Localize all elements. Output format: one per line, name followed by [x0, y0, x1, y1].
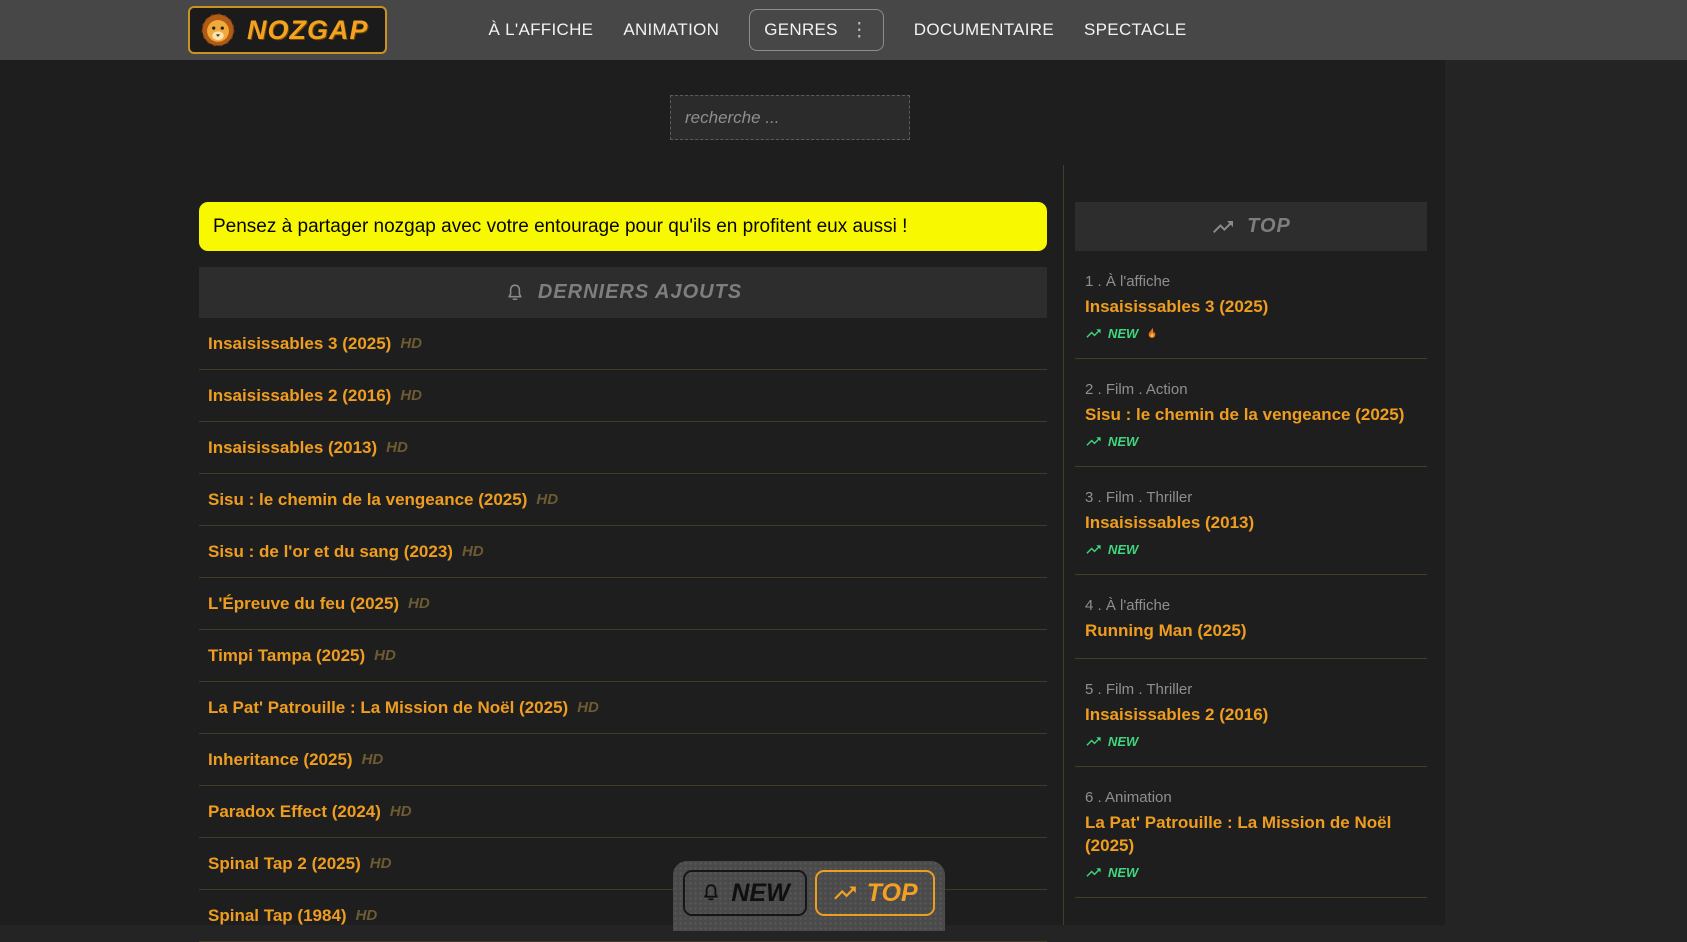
top-button-label: TOP [866, 878, 918, 907]
new-badge-label: NEW [1108, 326, 1139, 342]
trending-up-icon [832, 880, 858, 906]
quality-badge: HD [408, 595, 430, 612]
bell-icon [700, 882, 722, 904]
latest-list-item[interactable]: Paradox Effect (2024) HD [199, 786, 1047, 838]
movie-title-link[interactable]: Insaisissables 3 (2025) [1085, 296, 1427, 318]
top-entries: 1 . À l'affiche Insaisissables 3 (2025) … [1075, 251, 1437, 898]
latest-list-item[interactable]: Sisu : le chemin de la vengeance (2025) … [199, 474, 1047, 526]
top-entry-rank: 3 . Film . Thriller [1085, 489, 1193, 507]
nav-item-documentaire[interactable]: DOCUMENTAIRE [914, 20, 1054, 40]
latest-list: Insaisissables 3 (2025) HD Insaisissable… [199, 318, 1047, 942]
movie-title-link[interactable]: Spinal Tap (1984) [208, 906, 347, 926]
top-sidebar-title: TOP [1247, 215, 1291, 237]
new-badge-label: NEW [1108, 864, 1139, 880]
movie-title-link[interactable]: Insaisissables (2013) [208, 438, 377, 458]
trending-up-icon [1211, 215, 1235, 239]
movie-title-link[interactable]: L'Épreuve du feu (2025) [208, 594, 399, 614]
latest-list-item[interactable]: Sisu : de l'or et du sang (2023) HD [199, 526, 1047, 578]
latest-additions-title: DERNIERS AJOUTS [537, 281, 743, 303]
vertical-dots-icon: ⋮ [849, 19, 869, 41]
quality-badge: HD [389, 803, 412, 820]
trending-up-icon [1085, 733, 1102, 750]
nav-item-affiche[interactable]: À L'AFFICHE [489, 20, 594, 40]
nav-genres-label: GENRES [764, 20, 838, 39]
site-logo-text: NOZGAP [247, 14, 369, 45]
top-sidebar: TOP 1 . À l'affiche Insaisissables 3 (20… [1063, 165, 1437, 925]
lion-icon [199, 11, 237, 49]
quality-badge: HD [361, 751, 384, 768]
quick-nav-bar: NEW TOP [673, 861, 945, 931]
movie-title-link[interactable]: Sisu : le chemin de la vengeance (2025) [1085, 404, 1427, 426]
top-entry: 4 . À l'affiche Running Man (2025) [1075, 575, 1427, 660]
movie-title-link[interactable]: Running Man (2025) [1085, 620, 1427, 642]
share-banner: Pensez à partager nozgap avec votre ento… [199, 202, 1047, 251]
latest-list-item[interactable]: Insaisissables (2013) HD [199, 422, 1047, 474]
trending-up-icon [1085, 541, 1102, 558]
nav-item-genres[interactable]: GENRES ⋮ [749, 9, 884, 51]
top-sidebar-header: TOP [1075, 202, 1427, 251]
top-entry: 2 . Film . Action Sisu : le chemin de la… [1075, 359, 1427, 468]
quality-badge: HD [374, 647, 396, 664]
trending-up-icon [1085, 864, 1102, 881]
latest-list-item[interactable]: Timpi Tampa (2025) HD [199, 630, 1047, 682]
nav-item-spectacle[interactable]: SPECTACLE [1084, 20, 1187, 40]
bell-icon [504, 282, 526, 304]
quality-badge: HD [386, 439, 408, 456]
trending-up-icon [1085, 433, 1102, 450]
movie-title-link[interactable]: Insaisissables 2 (2016) [208, 386, 391, 406]
movie-title-link[interactable]: Insaisissables 3 (2025) [208, 334, 391, 354]
new-badge: NEW [1085, 733, 1427, 750]
quality-badge: HD [369, 855, 392, 872]
nav-item-animation[interactable]: ANIMATION [623, 20, 719, 40]
latest-list-item[interactable]: La Pat' Patrouille : La Mission de Noël … [199, 682, 1047, 734]
new-badge: NEW [1085, 325, 1427, 342]
latest-list-item[interactable]: Insaisissables 2 (2016) HD [199, 370, 1047, 422]
latest-list-item[interactable]: L'Épreuve du feu (2025) HD [199, 578, 1047, 630]
top-entry: 6 . Animation La Pat' Patrouille : La Mi… [1075, 767, 1427, 898]
new-badge: NEW [1085, 864, 1427, 881]
movie-title-link[interactable]: Insaisissables 2 (2016) [1085, 704, 1427, 726]
main-nav: À L'AFFICHE ANIMATION GENRES ⋮ DOCUMENTA… [489, 9, 1187, 51]
movie-title-link[interactable]: Spinal Tap 2 (2025) [208, 854, 361, 874]
quality-badge: HD [400, 387, 423, 404]
new-badge: NEW [1085, 541, 1427, 558]
movie-title-link[interactable]: Timpi Tampa (2025) [208, 646, 365, 666]
new-badge: NEW [1085, 433, 1427, 450]
site-logo[interactable]: NOZGAP [188, 6, 387, 54]
top-navbar: NOZGAP À L'AFFICHE ANIMATION GENRES ⋮ DO… [0, 0, 1687, 60]
top-entry-rank: 2 . Film . Action [1085, 381, 1188, 399]
top-entry-rank: 6 . Animation [1085, 789, 1172, 807]
movie-title-link[interactable]: Inheritance (2025) [208, 750, 353, 770]
latest-additions-header: DERNIERS AJOUTS [199, 267, 1047, 318]
quality-badge: HD [400, 335, 423, 352]
quality-badge: HD [461, 543, 484, 560]
movie-title-link[interactable]: Sisu : de l'or et du sang (2023) [208, 542, 453, 562]
new-button-label: NEW [731, 878, 790, 907]
share-banner-text: Pensez à partager nozgap avec votre ento… [213, 215, 908, 237]
movie-title-link[interactable]: Insaisissables (2013) [1085, 512, 1427, 534]
fire-icon [1144, 326, 1160, 342]
quality-badge: HD [536, 491, 559, 508]
new-button[interactable]: NEW [683, 870, 807, 916]
top-entry-rank: 4 . À l'affiche [1085, 597, 1171, 615]
movie-title-link[interactable]: Paradox Effect (2024) [208, 802, 381, 822]
new-badge-label: NEW [1108, 734, 1139, 750]
new-badge-label: NEW [1108, 434, 1139, 450]
top-button[interactable]: TOP [814, 870, 935, 916]
top-entry-rank: 1 . À l'affiche [1085, 273, 1171, 290]
movie-title-link[interactable]: Sisu : le chemin de la vengeance (2025) [208, 490, 527, 510]
latest-list-item[interactable]: Inheritance (2025) HD [199, 734, 1047, 786]
latest-list-item[interactable]: Insaisissables 3 (2025) HD [199, 318, 1047, 370]
search-input[interactable] [670, 95, 910, 140]
quality-badge: HD [355, 907, 378, 924]
top-entry: 1 . À l'affiche Insaisissables 3 (2025) … [1075, 251, 1427, 360]
top-entry: 3 . Film . Thriller Insaisissables (2013… [1075, 467, 1427, 576]
new-badge-label: NEW [1108, 542, 1139, 558]
trending-up-icon [1085, 325, 1102, 342]
top-entry: 5 . Film . Thriller Insaisissables 2 (20… [1075, 659, 1427, 768]
movie-title-link[interactable]: La Pat' Patrouille : La Mission de Noël … [208, 698, 568, 718]
quality-badge: HD [577, 699, 599, 716]
top-entry-rank: 5 . Film . Thriller [1085, 681, 1193, 699]
movie-title-link[interactable]: La Pat' Patrouille : La Mission de Noël … [1085, 812, 1427, 856]
